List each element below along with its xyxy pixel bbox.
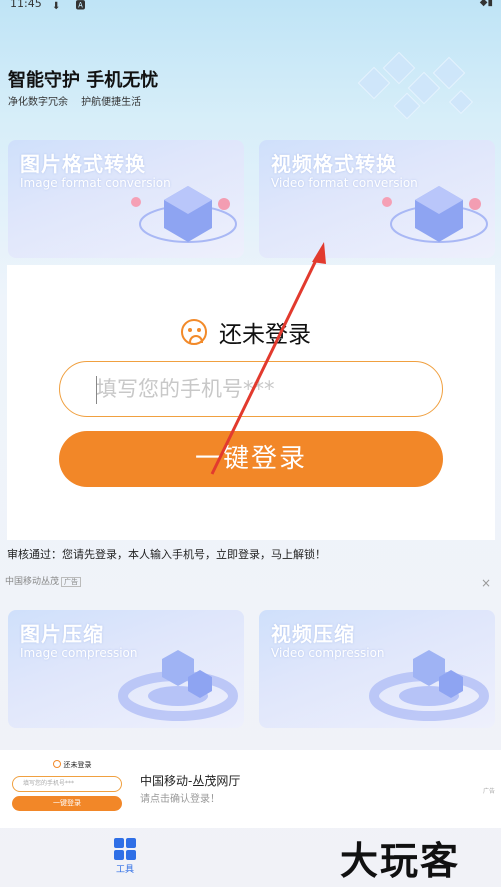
bottom-ad-banner[interactable]: 还未登录 填写您的手机号*** 一键登录 中国移动-丛茂网厅 请点击确认登录！ … (0, 750, 501, 828)
sad-face-icon (181, 319, 207, 345)
card-title: 图片格式转换 (20, 152, 146, 176)
ad-source-text: 中国移动丛茂 (5, 577, 60, 587)
hero-cubes-illustration (357, 52, 474, 120)
phone-number-input[interactable]: 填写您的手机号*** (59, 361, 443, 417)
card-title: 图片压缩 (20, 622, 104, 646)
ad-tag: 广告 (61, 577, 82, 587)
sad-face-icon (52, 760, 61, 768)
hero-title: 智能守护 手机无忧 (8, 70, 159, 91)
hexagon-icon (382, 186, 488, 243)
battery-icon: ◆▮ (479, 0, 493, 8)
card-image-compression[interactable]: 图片压缩 Image compression (8, 610, 244, 728)
login-title: 还未登录 (219, 322, 311, 348)
hexagon-icon (131, 186, 237, 243)
ad-source-label: 中国移动丛茂 广告 (5, 574, 82, 587)
audit-notice: 审核通过：您请先登录，本人输入手机号，立即登录，马上解锁！ (7, 548, 326, 561)
ad-corner-tag: 广告 (482, 788, 495, 795)
compression-icon (118, 650, 238, 721)
compression-icon (369, 650, 489, 721)
ad-close-button[interactable]: × (481, 576, 491, 590)
card-video-format-conversion[interactable]: 视频格式转换 Video format conversion (259, 140, 495, 258)
login-header: 还未登录 (181, 315, 311, 349)
text-caret (96, 376, 97, 404)
status-bar: 11:45 ⬇ 🅰 ◆▮ (0, 0, 501, 12)
hero-subtitle: 净化数字冗余 护航便捷生活 (8, 97, 142, 108)
watermark-logo: 大玩客 (340, 838, 461, 883)
ad-mini-input: 填写您的手机号*** (12, 776, 122, 792)
status-icons: ⬇ 🅰 (52, 1, 92, 12)
status-time: 11:45 (10, 0, 42, 10)
card-video-compression[interactable]: 视频压缩 Video compression (259, 610, 495, 728)
phone-placeholder: 填写您的手机号*** (96, 377, 275, 401)
ad-mini-title: 还未登录 (22, 760, 122, 770)
card-image-format-conversion[interactable]: 图片格式转换 Image format conversion (8, 140, 244, 258)
card-title: 视频压缩 (271, 622, 355, 646)
ad-mini-button: 一键登录 (12, 796, 122, 811)
one-click-login-button[interactable]: 一键登录 (59, 431, 443, 487)
ad-subtitle: 请点击确认登录！ (140, 794, 220, 805)
ad-title: 中国移动-丛茂网厅 (140, 774, 241, 788)
login-panel: 还未登录 填写您的手机号*** 一键登录 (7, 265, 495, 540)
ad-mini-login-preview: 还未登录 填写您的手机号*** 一键登录 (12, 760, 122, 811)
card-title: 视频格式转换 (271, 152, 397, 176)
ad-mini-title-text: 还未登录 (63, 761, 92, 769)
grid-icon (114, 838, 136, 860)
tab-tools[interactable]: 工具 (111, 838, 139, 875)
tab-tools-label: 工具 (115, 865, 134, 875)
